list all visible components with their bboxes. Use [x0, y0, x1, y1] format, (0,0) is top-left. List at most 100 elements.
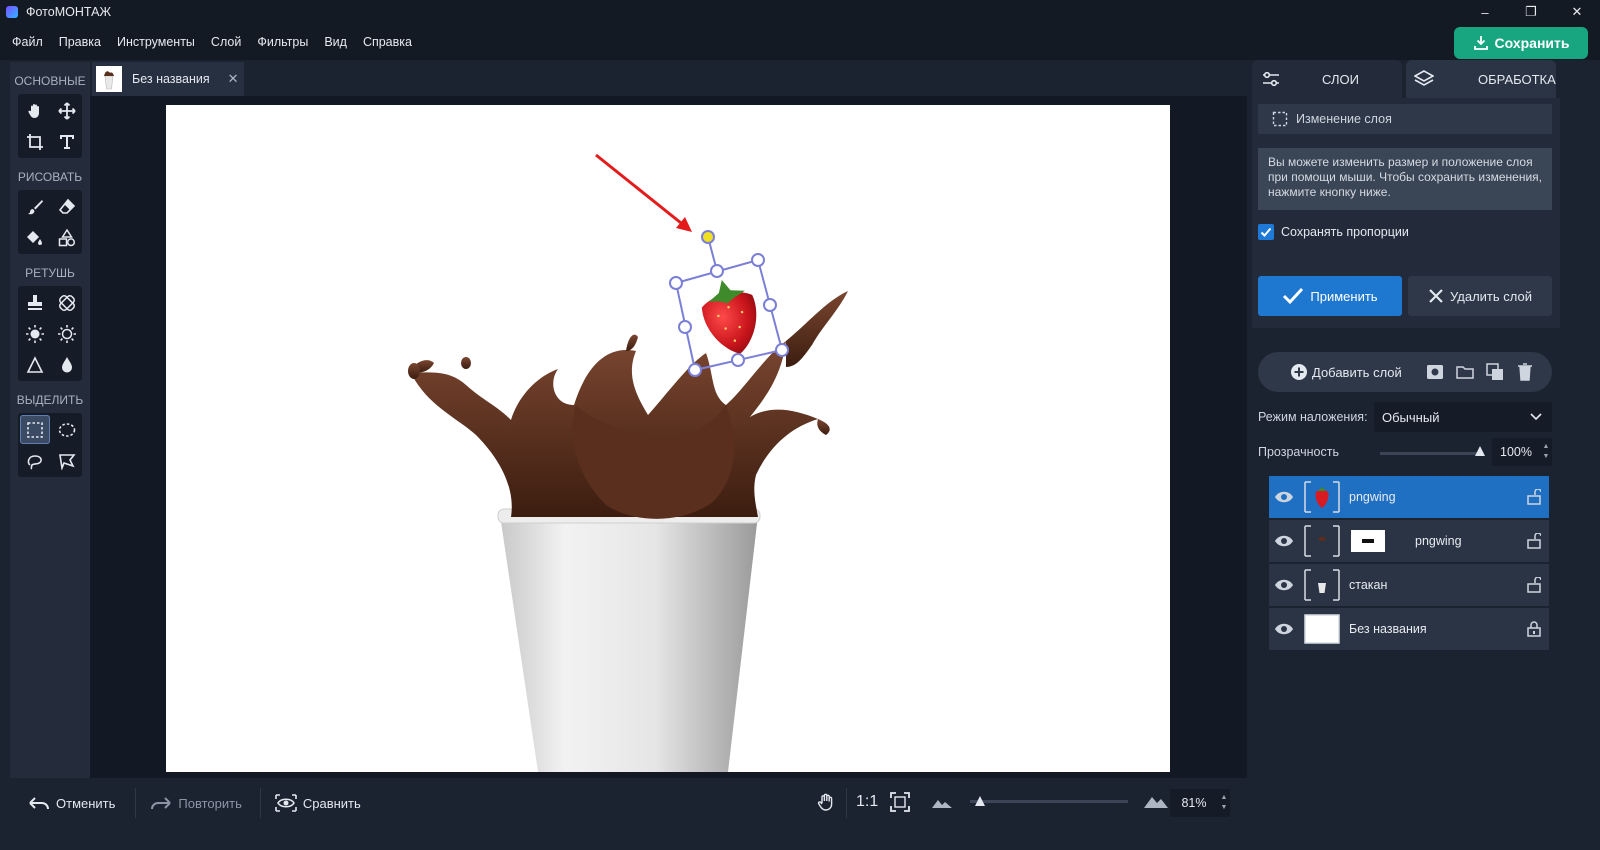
image-canvas[interactable] — [166, 105, 1170, 772]
mask-icon[interactable] — [1424, 361, 1446, 383]
unlock-icon[interactable] — [1527, 532, 1542, 552]
folder-icon[interactable] — [1454, 361, 1476, 383]
trash-icon[interactable] — [1514, 361, 1536, 383]
rotate-handle[interactable] — [701, 230, 715, 244]
document-tab-close-icon[interactable]: ✕ — [228, 71, 239, 87]
rect-select-tool-button[interactable] — [20, 415, 50, 444]
spin-down-icon[interactable]: ▼ — [1543, 452, 1550, 462]
zoom-slider[interactable] — [970, 796, 1128, 806]
fill-icon — [27, 230, 42, 245]
apply-button[interactable]: Применить — [1258, 276, 1402, 316]
add-layer-button[interactable]: Добавить слой — [1290, 363, 1402, 381]
crop-tool-button[interactable] — [20, 127, 50, 156]
blend-mode-label: Режим наложения: — [1258, 410, 1368, 424]
document-tab[interactable]: Без названия ✕ — [92, 62, 244, 96]
close-button[interactable]: ✕ — [1554, 0, 1600, 24]
menu-view[interactable]: Вид — [316, 35, 355, 49]
zoom-spinner[interactable]: ▲ ▼ — [1218, 789, 1230, 817]
brush-tool-button[interactable] — [20, 192, 50, 221]
window-controls: – ❐ ✕ — [1462, 0, 1600, 24]
tool-group-basic — [18, 94, 82, 158]
opacity-value-field[interactable]: 100% — [1492, 438, 1540, 466]
checkbox-checked-icon[interactable] — [1258, 224, 1274, 240]
save-button[interactable]: Сохранить — [1454, 27, 1588, 59]
opacity-value: 100% — [1500, 445, 1532, 459]
app-logo-icon — [6, 6, 18, 18]
tool-group-label-retouch: РЕТУШЬ — [25, 266, 75, 280]
layer-row[interactable]: pngwing — [1269, 520, 1549, 562]
patch-tool-button[interactable] — [52, 288, 82, 317]
blend-mode-select[interactable]: Обычный — [1374, 402, 1552, 432]
menu-filters[interactable]: Фильтры — [249, 35, 316, 49]
zoom-slider-thumb[interactable] — [975, 796, 985, 806]
maximize-button[interactable]: ❐ — [1508, 0, 1554, 24]
hand-tool-button[interactable] — [20, 96, 50, 125]
menu-bar: Файл Правка Инструменты Слой Фильтры Вид… — [0, 24, 1600, 60]
unlock-icon[interactable] — [1527, 576, 1542, 596]
keep-proportions-checkbox[interactable]: Сохранять пропорции — [1258, 224, 1409, 240]
patch-icon — [59, 294, 75, 311]
brightness-tool-button[interactable] — [20, 319, 50, 348]
eraser-tool-button[interactable] — [52, 192, 82, 221]
spin-up-icon[interactable]: ▲ — [1543, 442, 1550, 452]
keep-proportions-label: Сохранять пропорции — [1281, 225, 1409, 239]
opacity-slider-thumb[interactable] — [1475, 446, 1485, 456]
opacity-slider[interactable] — [1380, 452, 1480, 455]
visibility-eye-icon[interactable] — [1271, 579, 1297, 591]
menu-layer[interactable]: Слой — [203, 35, 249, 49]
lasso-icon — [27, 454, 42, 470]
opacity-spinner[interactable]: ▲ ▼ — [1540, 438, 1552, 466]
tool-group-label-select: ВЫДЕЛИТЬ — [16, 393, 84, 407]
layer-thumbnail — [1303, 525, 1341, 557]
x-icon — [1429, 289, 1443, 303]
crop-icon — [27, 133, 43, 150]
menu-file[interactable]: Файл — [4, 35, 51, 49]
minimize-button[interactable]: – — [1462, 0, 1508, 24]
visibility-eye-icon[interactable] — [1271, 623, 1297, 635]
spin-up-icon[interactable]: ▲ — [1221, 793, 1228, 803]
zoom-value: 81% — [1181, 796, 1207, 810]
undo-button[interactable]: Отменить — [28, 795, 115, 811]
saturation-icon — [58, 324, 76, 343]
text-tool-button[interactable] — [52, 127, 82, 156]
unlock-icon[interactable] — [1527, 488, 1542, 508]
polygon-lasso-tool-button[interactable] — [52, 446, 82, 475]
layer-mask-thumbnail[interactable] — [1351, 530, 1385, 552]
blur-tool-button[interactable] — [52, 350, 82, 379]
saturation-tool-button[interactable] — [52, 319, 82, 348]
redo-button[interactable]: Повторить — [150, 795, 242, 811]
zoom-in-icon[interactable] — [1144, 793, 1168, 811]
zoom-out-icon[interactable] — [932, 796, 952, 811]
menu-tools[interactable]: Инструменты — [109, 35, 203, 49]
tab-layers-label: СЛОИ — [1322, 71, 1359, 87]
visibility-eye-icon[interactable] — [1271, 535, 1297, 547]
layer-row[interactable]: pngwing — [1269, 476, 1549, 518]
menu-edit[interactable]: Правка — [51, 35, 109, 49]
layer-name: Без названия — [1349, 622, 1427, 636]
actual-size-button[interactable]: 1:1 — [856, 793, 878, 811]
sharpen-tool-button[interactable] — [20, 350, 50, 379]
fit-screen-icon[interactable] — [890, 792, 910, 815]
stamp-tool-button[interactable] — [20, 288, 50, 317]
strawberry-layer[interactable] — [669, 230, 789, 377]
fill-tool-button[interactable] — [20, 223, 50, 252]
tab-layers[interactable]: СЛОИ — [1252, 60, 1402, 98]
shapes-tool-button[interactable] — [52, 223, 82, 252]
spin-down-icon[interactable]: ▼ — [1221, 803, 1228, 813]
tab-processing[interactable]: ОБРАБОТКА — [1406, 60, 1556, 98]
layer-name: pngwing — [1349, 490, 1396, 504]
delete-layer-button[interactable]: Удалить слой — [1408, 276, 1552, 316]
duplicate-icon[interactable] — [1484, 361, 1506, 383]
layer-row[interactable]: Без названия — [1269, 608, 1549, 650]
move-tool-button[interactable] — [52, 96, 82, 125]
pan-zoom-icon[interactable] — [816, 792, 836, 815]
visibility-eye-icon[interactable] — [1271, 491, 1297, 503]
lasso-tool-button[interactable] — [20, 446, 50, 475]
ellipse-select-tool-button[interactable] — [52, 415, 82, 444]
compare-button[interactable]: Сравнить — [275, 794, 361, 812]
menu-help[interactable]: Справка — [355, 35, 420, 49]
zoom-value-field[interactable]: 81% — [1170, 789, 1218, 817]
sliders-icon — [1263, 71, 1279, 87]
lock-icon[interactable] — [1527, 621, 1541, 640]
layer-row[interactable]: стакан — [1269, 564, 1549, 606]
